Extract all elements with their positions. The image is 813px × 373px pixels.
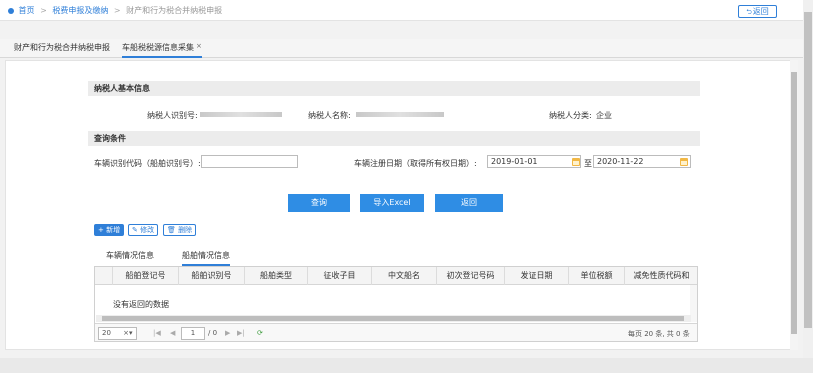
grid-column-header[interactable]: 船舶登记号 <box>113 267 179 285</box>
breadcrumb-bar: 首页 > 税费申报及缴纳 > 财产和行为税合并纳税申报 ⮌返回 <box>0 0 803 21</box>
first-page-icon[interactable]: |◀ <box>153 329 161 337</box>
page-size-value: 20 <box>102 329 111 337</box>
breadcrumb-home[interactable]: 首页 <box>19 6 35 15</box>
grid-row-number-header <box>95 267 113 285</box>
date-range-separator: 至 <box>584 159 592 168</box>
taxpayer-id-label: 纳税人识别号: <box>147 111 198 120</box>
tab-vessel-info[interactable]: 船舶情况信息 <box>182 250 230 266</box>
next-page-icon[interactable]: ▶ <box>225 329 230 337</box>
refresh-icon[interactable]: ⟳ <box>257 329 263 337</box>
breadcrumb-tax-filing[interactable]: 税费申报及缴纳 <box>52 6 108 15</box>
grid-column-header[interactable]: 船舶类型 <box>245 267 308 285</box>
breadcrumb-current: 财产和行为税合并纳税申报 <box>126 6 223 15</box>
section-query-title: 查询条件 <box>88 131 700 146</box>
return-arrow-icon: ⮌ <box>746 8 752 16</box>
no-data-message: 没有返回的数据 <box>113 300 169 309</box>
grid-column-header[interactable]: 船舶识别号 <box>179 267 245 285</box>
taxpayer-type-label: 纳税人分类: <box>549 111 592 120</box>
grid-column-header[interactable]: 减免性质代码和 <box>625 267 697 285</box>
delete-button[interactable]: 🗑 删除 <box>163 224 197 236</box>
grid-vertical-scrollbar[interactable] <box>690 285 697 322</box>
tab-vessel-tax-source-label: 车船税税源信息采集 <box>122 43 194 52</box>
page-size-select[interactable]: 20 ×▾ <box>98 327 137 340</box>
page-tab-bar: 财产和行为税合并纳税申报 车船税税源信息采集 × <box>0 39 803 58</box>
date-to-input[interactable]: 2020-11-22 <box>593 155 691 168</box>
page-vertical-scrollbar[interactable] <box>803 0 813 358</box>
taxpayer-name-label: 纳税人名称: <box>308 111 351 120</box>
edit-button[interactable]: ✎ 修改 <box>128 224 159 236</box>
grid-column-header[interactable]: 初次登记号码 <box>437 267 505 285</box>
grid-column-header[interactable]: 征收子目 <box>308 267 372 285</box>
close-tab-icon[interactable]: × <box>196 42 202 50</box>
vin-label: 车辆识别代码（船舶识别号）: <box>94 159 201 168</box>
reg-date-label: 车辆注册日期（取得所有权日期）: <box>354 159 477 168</box>
calendar-from-icon[interactable] <box>572 158 580 166</box>
breadcrumb: 首页 > 税费申报及缴纳 > 财产和行为税合并纳税申报 <box>8 5 222 16</box>
page-total: / 0 <box>208 329 218 337</box>
location-pin-icon <box>8 7 14 14</box>
pager-summary: 每页 20 条, 共 0 条 <box>628 330 690 338</box>
section-basic-title: 纳税人基本信息 <box>88 81 700 96</box>
calendar-to-icon[interactable] <box>680 158 688 166</box>
taxpayer-type-value: 企业 <box>596 111 612 120</box>
import-excel-button[interactable]: 导入Excel <box>360 194 424 212</box>
vessel-grid: 船舶登记号 船舶识别号 船舶类型 征收子目 中文船名 初次登记号码 发证日期 单… <box>94 266 698 342</box>
page-scroll-thumb[interactable] <box>804 12 812 328</box>
content-vertical-scrollbar[interactable] <box>790 60 798 350</box>
edit-button-label: 修改 <box>140 226 155 234</box>
edit-icon: ✎ <box>132 226 138 234</box>
tab-vessel-tax-source[interactable]: 车船税税源信息采集 × <box>122 42 202 58</box>
tab-vehicle-info[interactable]: 车辆情况信息 <box>106 250 154 261</box>
page-number-input[interactable]: 1 <box>181 327 205 340</box>
taxpayer-id-masked <box>200 112 282 117</box>
prev-page-icon[interactable]: ◀ <box>170 329 175 337</box>
grid-header: 船舶登记号 船舶识别号 船舶类型 征收子目 中文船名 初次登记号码 发证日期 单… <box>95 267 697 285</box>
trash-icon: 🗑 <box>167 226 176 234</box>
delete-button-label: 删除 <box>178 226 193 234</box>
breadcrumb-separator: > <box>113 6 121 15</box>
top-back-button[interactable]: ⮌返回 <box>738 5 777 18</box>
dropdown-icon: ×▾ <box>123 329 133 337</box>
return-button[interactable]: 返回 <box>435 194 503 212</box>
breadcrumb-separator: > <box>40 6 47 15</box>
top-back-label: 返回 <box>752 7 769 16</box>
grid-column-header[interactable]: 中文船名 <box>372 267 437 285</box>
tab-combined-declaration[interactable]: 财产和行为税合并纳税申报 <box>14 42 110 53</box>
vin-input[interactable] <box>201 155 298 168</box>
last-page-icon[interactable]: ▶| <box>237 329 245 337</box>
grid-column-header[interactable]: 单位税额 <box>569 267 625 285</box>
query-button[interactable]: 查询 <box>288 194 350 212</box>
content-scroll-thumb[interactable] <box>791 72 797 334</box>
grid-column-header[interactable]: 发证日期 <box>505 267 569 285</box>
date-from-input[interactable]: 2019-01-01 <box>487 155 581 168</box>
taxpayer-name-masked <box>356 112 444 117</box>
bottom-bar <box>0 358 813 373</box>
grid-horizontal-scrollbar[interactable] <box>96 315 691 322</box>
add-button[interactable]: + 新增 <box>94 224 125 236</box>
grid-horizontal-scroll-thumb[interactable] <box>102 316 684 321</box>
grid-pager: 20 ×▾ |◀ ◀ 1 / 0 ▶ ▶| ⟳ 每页 20 条, 共 0 条 <box>95 323 697 341</box>
